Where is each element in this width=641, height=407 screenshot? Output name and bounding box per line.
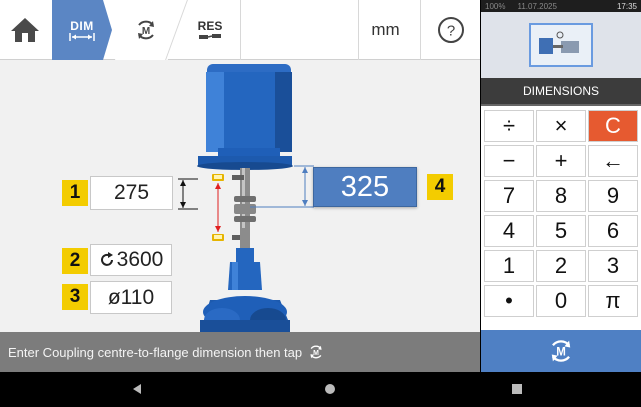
key-9[interactable]: 9 — [588, 180, 638, 212]
key-clear[interactable]: C — [588, 110, 638, 142]
measure-icon: M — [310, 345, 322, 359]
dim-step-label: DIM — [70, 19, 94, 33]
measure-icon: M — [138, 20, 154, 40]
machine-thumbnail-icon — [539, 31, 579, 54]
main-area: DIM M RES mm ? 1 275 2 3600 3 ø110 325 4… — [0, 0, 480, 372]
svg-text:M: M — [313, 350, 319, 357]
android-nav-bar — [0, 372, 641, 407]
key-8[interactable]: 8 — [536, 180, 586, 212]
help-button[interactable]: ? — [420, 0, 480, 60]
dimension-1-marker — [178, 178, 198, 210]
svg-text:?: ? — [446, 23, 454, 40]
key-0[interactable]: 0 — [536, 285, 586, 317]
battery-level: 100% — [485, 1, 506, 11]
field-2-text: 3600 — [116, 248, 164, 271]
home-button[interactable] — [0, 0, 50, 60]
machine-canvas: 1 275 2 3600 3 ø110 325 4 — [0, 60, 480, 332]
toolbar-separator — [240, 0, 241, 60]
panel-title: DIMENSIONS — [481, 78, 641, 106]
pump-illustration — [200, 248, 290, 332]
measure-icon: M — [551, 340, 571, 362]
unit-button[interactable]: mm — [358, 0, 412, 60]
key-plus[interactable]: + — [536, 145, 586, 177]
motor-illustration — [197, 64, 293, 170]
svg-text:M: M — [556, 347, 566, 359]
result-icon — [199, 34, 221, 39]
dim-step-button[interactable]: DIM — [52, 0, 112, 60]
key-7[interactable]: 7 — [484, 180, 534, 212]
home-nav-icon[interactable] — [323, 382, 337, 396]
key-minus[interactable]: − — [484, 145, 534, 177]
instruction-bar: Enter Coupling centre-to-flange dimensio… — [0, 332, 480, 372]
home-icon — [11, 18, 39, 42]
continue-measure-button[interactable]: M — [481, 330, 641, 372]
svg-text:M: M — [142, 26, 150, 37]
key-4[interactable]: 4 — [484, 215, 534, 247]
instruction-text: Enter Coupling centre-to-flange dimensio… — [8, 344, 303, 360]
sensor-distance-arrow — [215, 183, 221, 232]
key-2[interactable]: 2 — [536, 250, 586, 282]
key-divide[interactable]: ÷ — [484, 110, 534, 142]
dimension-4-marker — [250, 165, 314, 208]
time: 17:35 — [616, 1, 637, 11]
key-5[interactable]: 5 — [536, 215, 586, 247]
field-2-value[interactable]: 3600 — [90, 244, 172, 276]
field-3-value[interactable]: ø110 — [90, 281, 172, 314]
key-backspace[interactable]: ← — [588, 145, 638, 177]
key-6[interactable]: 6 — [588, 215, 638, 247]
res-step-button[interactable]: RES — [180, 0, 240, 60]
toolbar: DIM M RES mm ? — [0, 0, 480, 60]
field-1-badge: 1 — [62, 180, 88, 206]
field-2-badge: 2 — [62, 248, 88, 274]
date: 11.07.2025 — [517, 1, 557, 11]
field-3-badge: 3 — [62, 284, 88, 310]
field-1-value[interactable]: 275 — [90, 176, 173, 210]
key-multiply[interactable]: × — [536, 110, 586, 142]
machine-thumbnail[interactable] — [529, 23, 593, 67]
thumbnail-area — [481, 12, 641, 78]
key-pi[interactable]: π — [588, 285, 638, 317]
key-1[interactable]: 1 — [484, 250, 534, 282]
unit-label: mm — [371, 20, 400, 39]
help-icon: ? — [437, 17, 464, 43]
key-3[interactable]: 3 — [588, 250, 638, 282]
dimension-arrow-icon — [69, 33, 95, 41]
back-icon[interactable] — [130, 382, 144, 396]
shaft-illustration — [232, 168, 256, 248]
field-4-value-active[interactable]: 325 — [313, 167, 417, 207]
res-step-label: RES — [197, 19, 223, 33]
field-4-badge: 4 — [427, 174, 453, 200]
key-decimal[interactable]: • — [484, 285, 534, 317]
right-panel: 100% 11.07.2025 17:35 DIMENSIONS ÷ × C − + ← 7… — [481, 0, 641, 372]
keypad: ÷ × C − + ← 7 8 9 4 5 6 1 2 3 • 0 π — [481, 110, 641, 322]
system-status-bar: 100% 11.07.2025 17:35 — [481, 0, 641, 12]
recents-icon[interactable] — [510, 382, 524, 396]
rpm-icon — [100, 252, 113, 266]
